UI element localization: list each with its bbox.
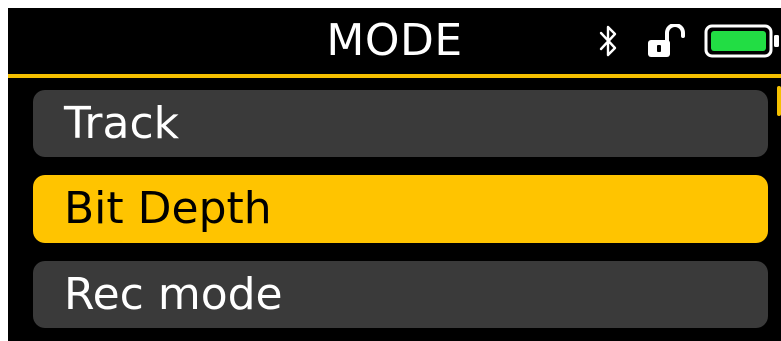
unlocked-padlock-icon <box>648 24 685 57</box>
header-bar: MODE <box>8 8 781 74</box>
device-screen: MODE Track Bit Depth Rec mode <box>8 8 781 341</box>
battery-icon <box>704 24 779 58</box>
menu-list: Track Bit Depth Rec mode <box>33 90 773 341</box>
menu-item-bit-depth[interactable]: Bit Depth <box>33 175 768 243</box>
menu-item-label: Track <box>64 98 180 149</box>
bluetooth-icon <box>599 25 617 57</box>
menu-item-label: Rec mode <box>64 269 283 320</box>
scrollbar-thumb[interactable] <box>777 86 781 116</box>
menu-item-label: Bit Depth <box>64 183 272 234</box>
menu-item-track[interactable]: Track <box>33 90 768 157</box>
menu-item-rec-mode[interactable]: Rec mode <box>33 261 768 328</box>
header-divider <box>8 74 781 78</box>
